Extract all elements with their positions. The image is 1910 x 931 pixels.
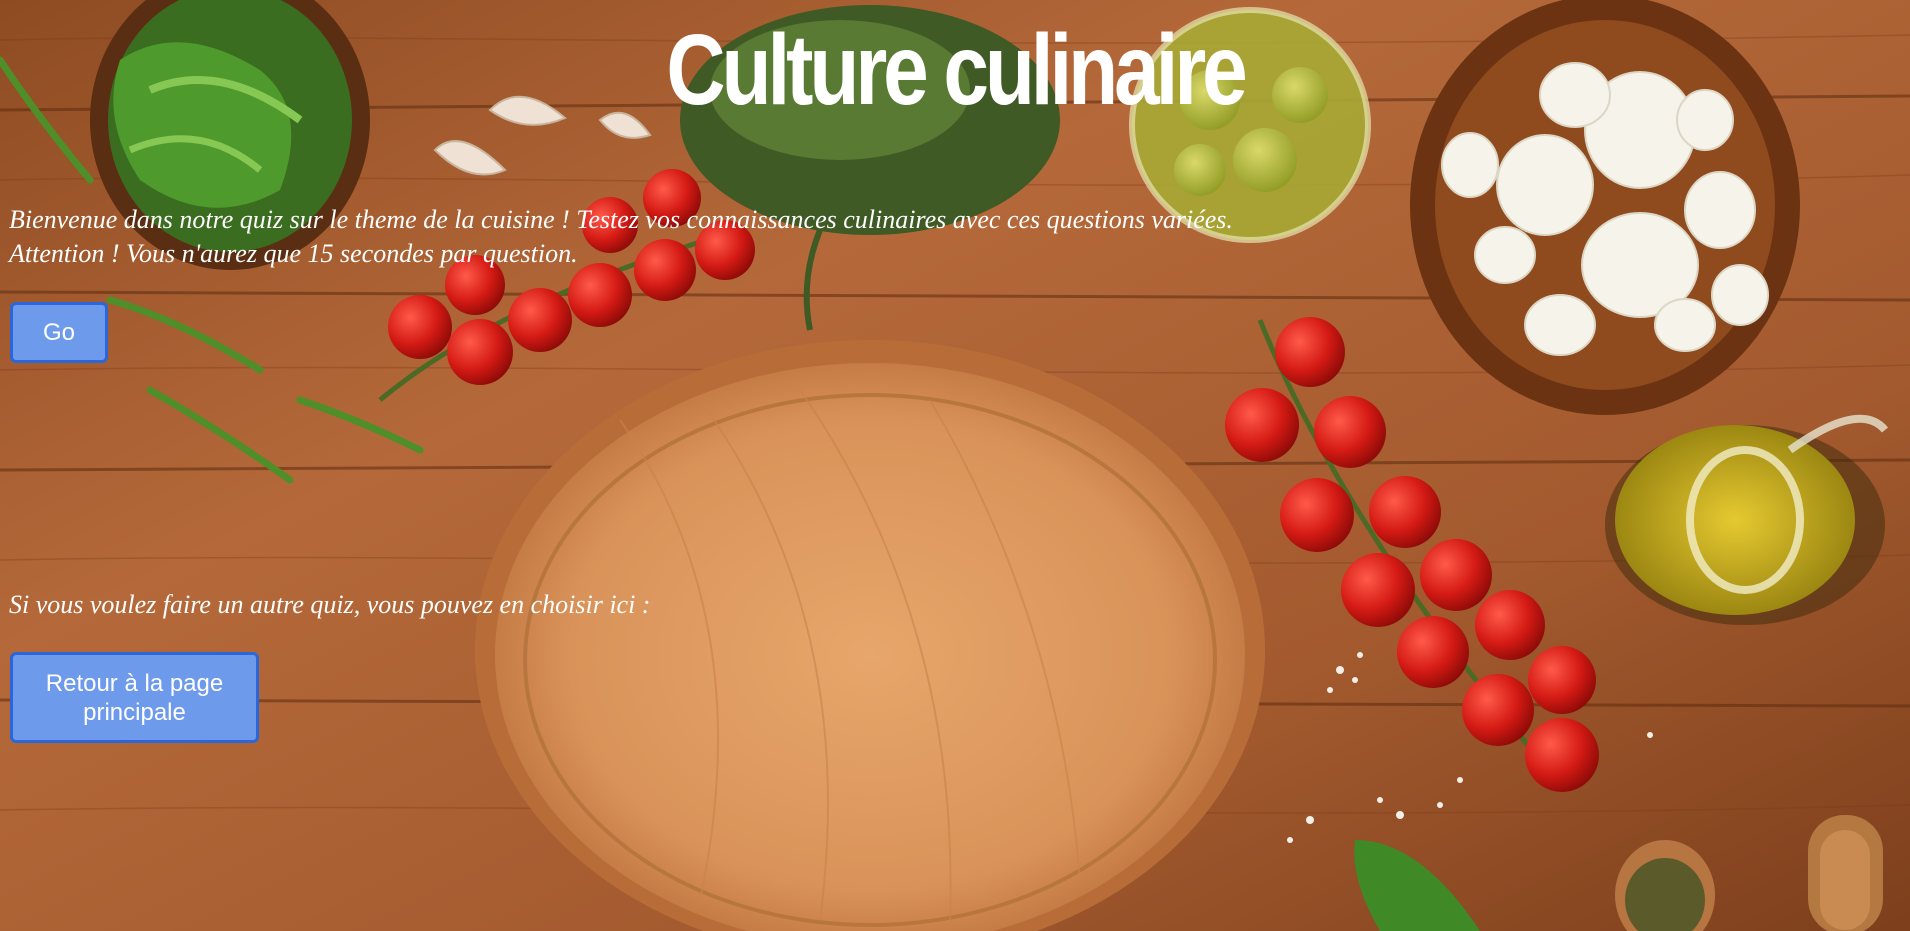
background-image <box>0 0 1910 931</box>
page-title: Culture culinaire <box>666 14 1247 126</box>
pepper-mill <box>1808 815 1883 931</box>
intro-text: Bienvenue dans notre quiz sur le theme d… <box>9 203 1233 271</box>
other-quiz-text: Si vous voulez faire un autre quiz, vous… <box>9 590 651 619</box>
intro-line-warning: Attention ! Vous n'aurez que 15 secondes… <box>9 239 578 268</box>
back-to-home-button[interactable]: Retour à la page principale <box>10 652 259 743</box>
page-root: Culture culinaire Bienvenue dans notre q… <box>0 0 1910 931</box>
intro-line-welcome: Bienvenue dans notre quiz sur le theme d… <box>9 205 1233 234</box>
go-button[interactable]: Go <box>10 302 108 363</box>
wooden-pizza-board <box>475 340 1265 931</box>
